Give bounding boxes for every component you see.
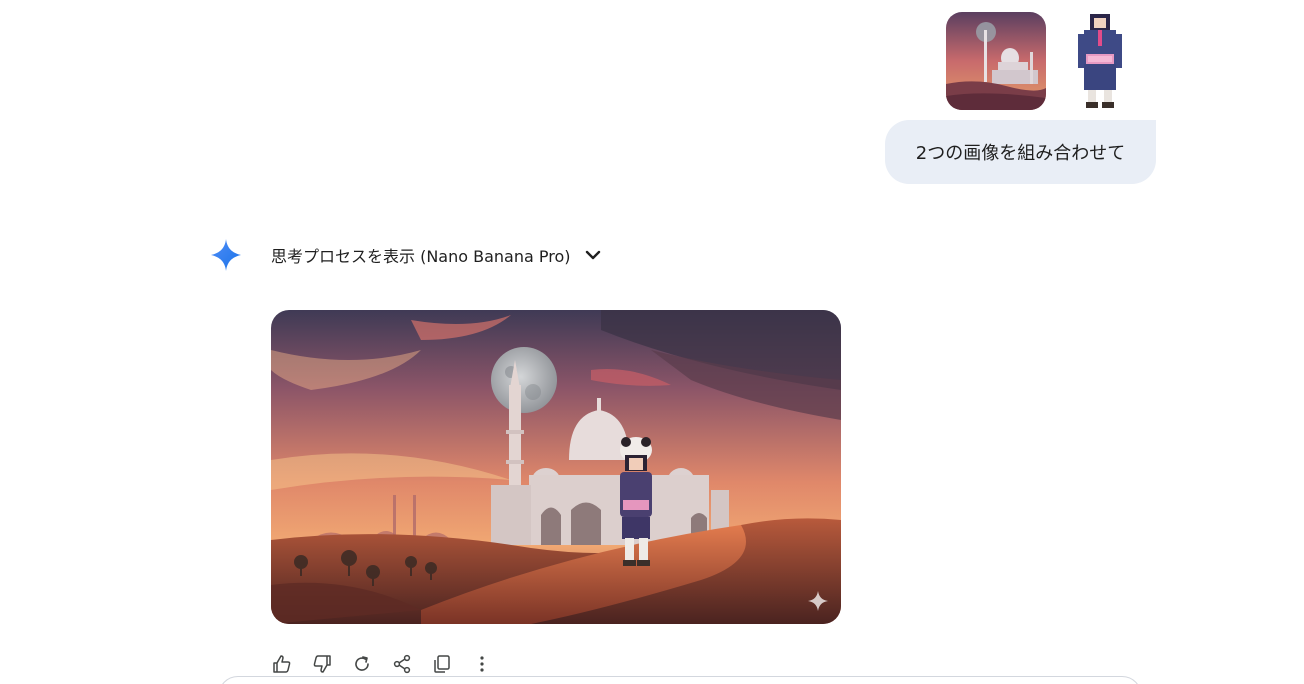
generated-image[interactable] — [271, 310, 841, 624]
regenerate-button[interactable] — [350, 652, 374, 676]
share-icon — [393, 654, 411, 674]
thumbs-down-button[interactable] — [310, 652, 334, 676]
attachment-thumbnail-character[interactable] — [1054, 12, 1146, 110]
thumbs-up-icon — [273, 655, 291, 673]
show-thinking-label: 思考プロセスを表示 (Nano Banana Pro) — [271, 247, 571, 266]
prompt-input-box[interactable] — [218, 676, 1142, 684]
mosque-thumbnail-image — [946, 12, 1046, 110]
copy-button[interactable] — [430, 652, 454, 676]
user-message-bubble: 2つの画像を組み合わせて — [885, 120, 1156, 184]
attachment-thumbnail-mosque[interactable] — [946, 12, 1046, 110]
thumbs-down-icon — [313, 655, 331, 673]
show-thinking-toggle[interactable]: 思考プロセスを表示 (Nano Banana Pro) — [271, 240, 603, 270]
chat-page: 2つの画像を組み合わせて 思考プロセスを表示 (Nano Banana Pro) — [0, 0, 1304, 684]
copy-icon — [434, 655, 450, 673]
more-options-button[interactable] — [470, 652, 494, 676]
user-message-text: 2つの画像を組み合わせて — [915, 143, 1126, 164]
thumbs-up-button[interactable] — [270, 652, 294, 676]
share-button[interactable] — [390, 652, 414, 676]
chevron-down-icon — [585, 250, 600, 260]
response-action-bar — [270, 652, 510, 676]
regenerate-icon — [355, 656, 369, 671]
generated-image-art — [271, 310, 841, 624]
gemini-spark-icon — [211, 239, 241, 271]
more-options-icon — [480, 656, 484, 672]
character-thumbnail-image — [1078, 14, 1122, 108]
